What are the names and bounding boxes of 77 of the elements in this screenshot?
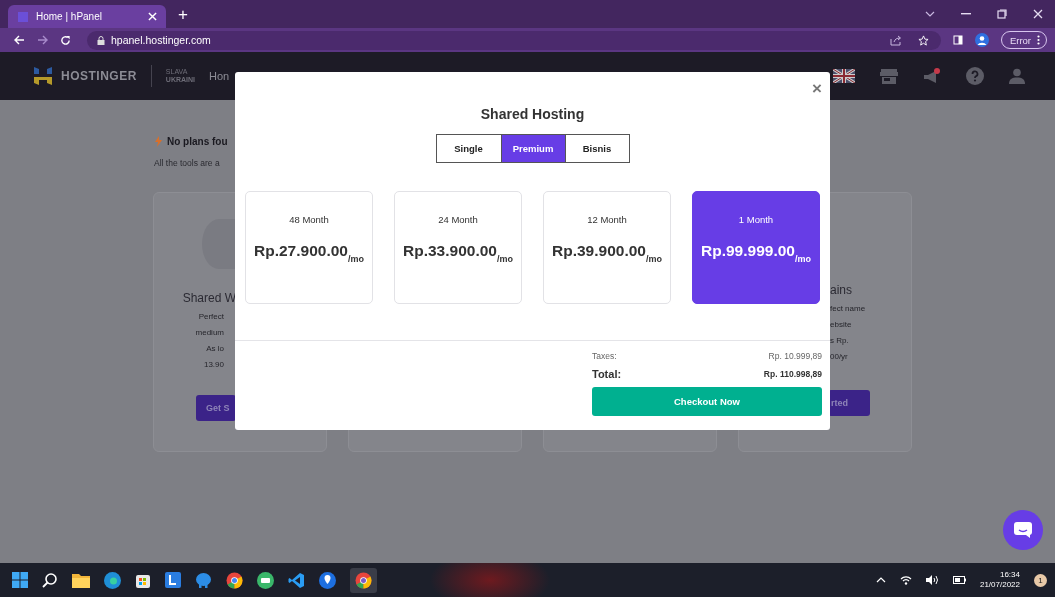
card-text: 13.90	[203, 360, 224, 369]
taxes-value: Rp. 10.999,89	[768, 351, 822, 361]
chevron-down-icon[interactable]	[925, 11, 935, 17]
map-pin-icon[interactable]	[319, 571, 336, 589]
browser-icon[interactable]	[104, 571, 121, 589]
brand-name[interactable]: HOSTINGER	[61, 69, 137, 83]
plan-period: 1 Month	[738, 214, 774, 225]
tab-title: Home | hPanel	[36, 11, 103, 22]
card-text: 00/yr	[830, 352, 848, 361]
price-unit: /mo	[794, 254, 811, 264]
help-icon[interactable]	[966, 67, 984, 85]
plan-price: Rp.39.900.00	[552, 242, 646, 260]
forward-arrow-icon[interactable]	[37, 35, 48, 45]
taskbar-item[interactable]	[350, 567, 377, 593]
get-started-button[interactable]: rted	[828, 390, 870, 416]
chat-icon	[1014, 522, 1032, 538]
price-unit: /mo	[496, 254, 513, 264]
search-icon[interactable]	[42, 572, 58, 588]
chrome-icon[interactable]	[226, 571, 243, 589]
notice-title: No plans fou	[167, 136, 228, 147]
share-icon[interactable]	[889, 34, 902, 46]
restore-icon[interactable]	[997, 9, 1007, 19]
notice-text: All the tools are a	[154, 158, 221, 168]
card-text: As lo	[206, 344, 224, 353]
plan-period: 24 Month	[438, 214, 478, 225]
app-icon[interactable]	[257, 571, 274, 589]
wifi-icon[interactable]	[899, 575, 912, 585]
plan-period: 48 Month	[289, 214, 329, 225]
lightning-icon	[155, 136, 162, 147]
chat-button[interactable]	[1003, 510, 1043, 550]
plan-price: Rp.99.999.00	[701, 242, 795, 260]
chrome-icon	[355, 571, 372, 589]
user-icon[interactable]	[1009, 68, 1025, 84]
windows-start-icon[interactable]	[12, 572, 28, 588]
store-icon[interactable]	[135, 572, 151, 588]
notification-badge[interactable]: 1	[1034, 573, 1047, 587]
price-unit: /mo	[347, 254, 364, 264]
plan-tab[interactable]: Premium	[500, 135, 565, 162]
clock[interactable]: 16:34 21/07/2022	[979, 570, 1020, 590]
star-icon[interactable]	[917, 34, 929, 46]
browser-tab[interactable]: Home | hPanel	[8, 5, 166, 28]
close-button[interactable]: ×	[812, 80, 822, 98]
card-text: s Rp.	[830, 336, 849, 345]
code-editor-icon[interactable]	[288, 571, 305, 589]
chevron-up-icon[interactable]	[875, 577, 886, 583]
plan-price: Rp.27.900.00	[254, 242, 348, 260]
megaphone-icon[interactable]	[923, 67, 941, 85]
new-tab-button[interactable]: +	[178, 5, 188, 25]
plan-period: 12 Month	[587, 214, 627, 225]
card-text: fect name	[830, 304, 866, 313]
close-icon[interactable]	[1033, 9, 1043, 19]
taxes-label: Taxes:	[592, 351, 617, 361]
lock-icon	[97, 35, 105, 45]
get-started-button[interactable]: Get S	[196, 395, 236, 421]
sidebar-icon[interactable]	[952, 35, 963, 45]
card-text: medium	[195, 328, 224, 337]
modal-title: Shared Hosting	[480, 106, 585, 122]
flag-icon[interactable]	[833, 69, 855, 83]
nav-link[interactable]: Hon	[209, 70, 230, 82]
plan-price: Rp.33.900.00	[403, 242, 497, 260]
avatar-icon[interactable]	[974, 33, 989, 47]
card-title: ains	[830, 283, 852, 297]
card-text: Perfect	[198, 312, 224, 321]
total-value: Rp. 110.998,89	[763, 369, 822, 379]
folder-icon[interactable]	[72, 572, 90, 588]
clock-date: 21/07/2022	[979, 580, 1020, 590]
total-label: Total:	[592, 368, 622, 380]
back-arrow-icon[interactable]	[14, 35, 25, 45]
address-field[interactable]: hpanel.hostinger.com	[87, 30, 941, 50]
clock-time: 16:34	[999, 570, 1020, 580]
more-icon	[1037, 35, 1040, 45]
price-unit: /mo	[645, 254, 662, 264]
card-text: ebsite	[830, 320, 852, 329]
speaker-icon[interactable]	[925, 575, 939, 585]
minimize-icon[interactable]	[961, 13, 971, 15]
battery-icon[interactable]	[952, 576, 966, 584]
reload-icon[interactable]	[60, 34, 71, 46]
